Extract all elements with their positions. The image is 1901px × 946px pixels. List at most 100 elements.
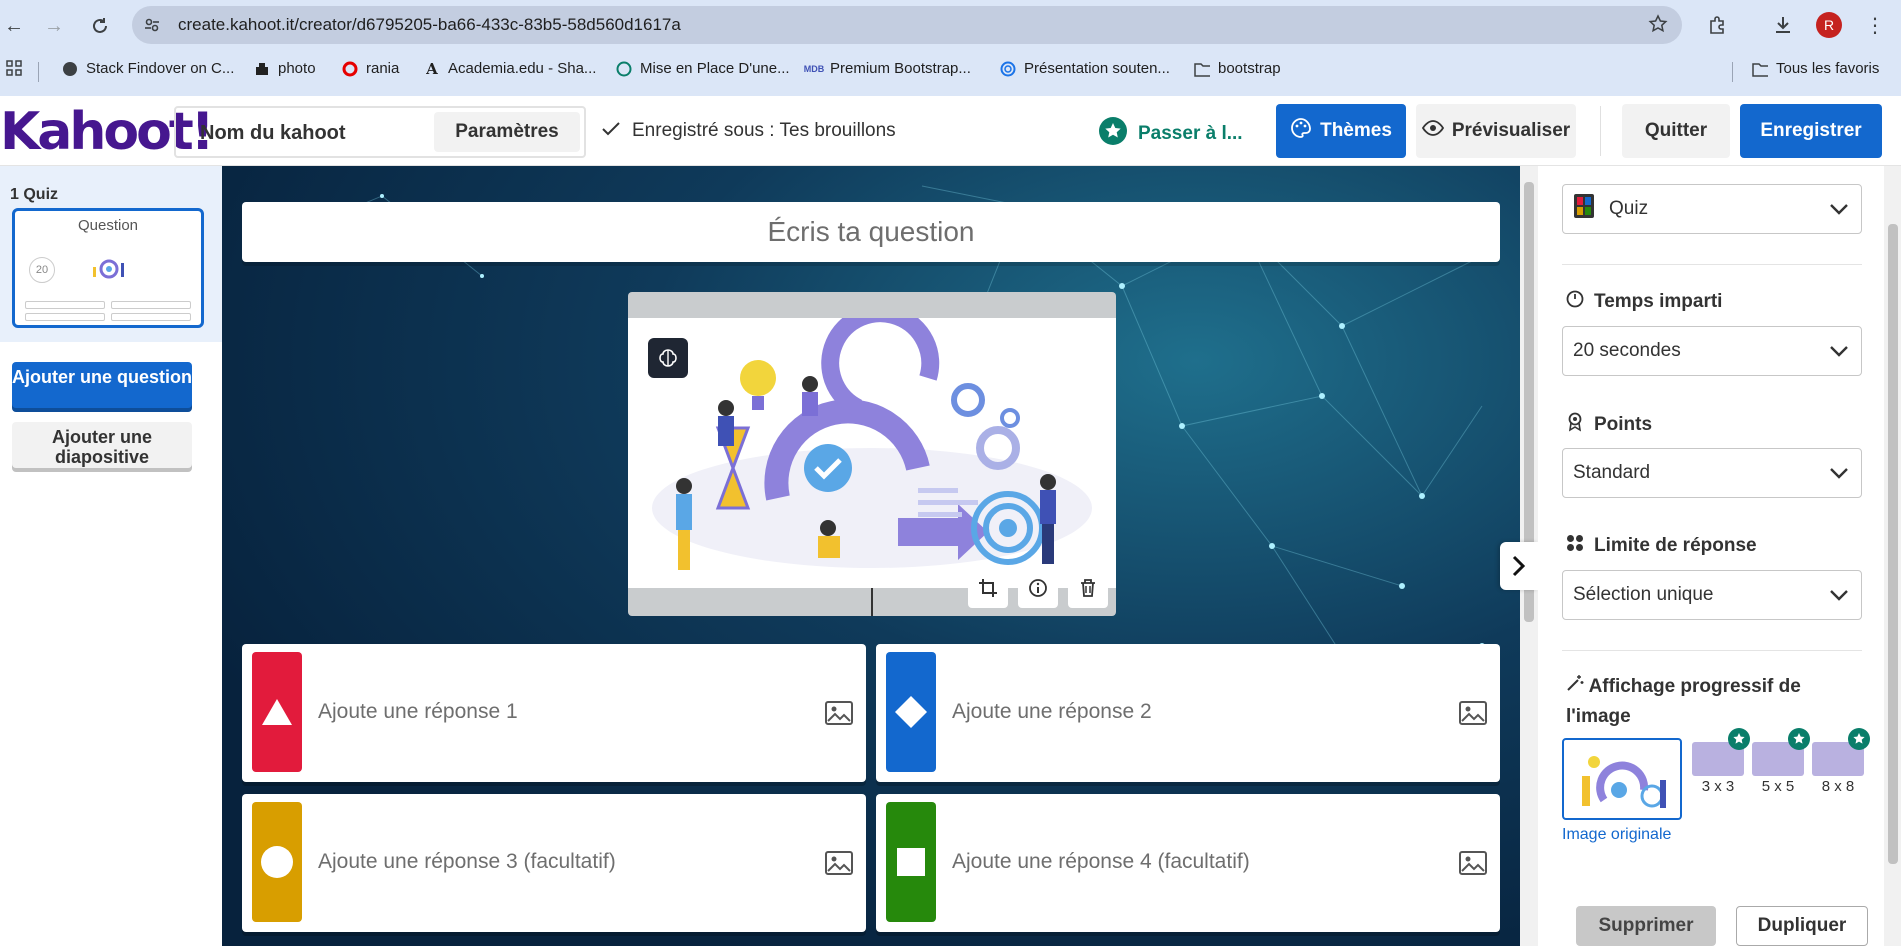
image-icon[interactable]	[824, 699, 854, 727]
reveal-original-thumbnail	[1582, 756, 1666, 808]
upgrade-link[interactable]: Passer à l...	[1098, 116, 1243, 152]
premium-star-icon	[1728, 728, 1750, 750]
answer-2-color	[886, 652, 936, 772]
thumb-answer	[25, 301, 105, 309]
answer-limit-title: Limite de réponse	[1566, 534, 1757, 558]
chevron-down-icon	[1829, 342, 1849, 364]
trash-icon[interactable]	[1068, 568, 1108, 608]
time-limit-title: Temps imparti	[1566, 290, 1722, 314]
premium-star-icon	[1788, 728, 1810, 750]
bookmark-separator	[1732, 62, 1733, 82]
presentation-icon	[1000, 61, 1016, 77]
browser-chrome: ← → create.kahoot.it/creator/d6795205-ba…	[0, 0, 1901, 96]
answer-1-placeholder[interactable]: Ajoute une réponse 1	[318, 700, 518, 724]
info-icon[interactable]	[1018, 568, 1058, 608]
star-badge-icon	[1098, 116, 1128, 152]
question-type-select[interactable]: Quiz	[1562, 184, 1862, 234]
delete-button[interactable]: Supprimer	[1576, 906, 1716, 946]
clock-icon	[1566, 290, 1584, 314]
crop-icon[interactable]	[968, 568, 1008, 608]
duplicate-button[interactable]: Dupliquer	[1736, 906, 1868, 946]
thumb-answer	[111, 301, 191, 309]
back-icon[interactable]: ←	[0, 12, 28, 40]
image-icon[interactable]	[1458, 849, 1488, 877]
reveal-original-option[interactable]	[1562, 738, 1682, 820]
answer-4-field[interactable]: Ajoute une réponse 4 (facultatif)	[876, 794, 1500, 932]
save-button[interactable]: Enregistrer	[1740, 104, 1882, 158]
vodafone-icon	[342, 61, 358, 77]
answer-limit-select[interactable]: Sélection unique	[1562, 570, 1862, 620]
triangle-icon	[262, 699, 292, 725]
slides-sidebar: 1 Quiz Question 20 Ajouter une question …	[0, 166, 222, 946]
section-divider	[1562, 264, 1862, 265]
site-info-icon[interactable]	[142, 15, 162, 35]
eye-icon	[1421, 120, 1444, 142]
settings-button[interactable]: Paramètres	[434, 112, 580, 152]
url-text[interactable]: create.kahoot.it/creator/d6795205-ba66-4…	[178, 15, 681, 35]
quit-button[interactable]: Quitter	[1622, 104, 1730, 158]
productivity-illustration	[652, 304, 1092, 570]
extensions-icon[interactable]	[1702, 10, 1732, 40]
add-question-button[interactable]: Ajouter une question	[12, 362, 192, 412]
academia-icon: A	[426, 59, 438, 78]
forward-icon[interactable]: →	[40, 12, 68, 40]
answer-2-field[interactable]: Ajoute une réponse 2	[876, 644, 1500, 782]
bookmark-item[interactable]: photo	[254, 60, 316, 77]
preview-button[interactable]: Prévisualiser	[1416, 104, 1576, 158]
square-icon	[897, 848, 925, 876]
answer-3-color	[252, 802, 302, 922]
mdb-icon: MDB	[803, 63, 825, 74]
add-slide-button[interactable]: Ajouter une diapositive	[12, 422, 192, 472]
bookmark-item[interactable]: A Academia.edu - Sha...	[424, 59, 596, 78]
all-bookmarks-folder[interactable]: Tous les favoris	[1752, 60, 1879, 77]
points-select[interactable]: Standard	[1562, 448, 1862, 498]
globe-icon	[62, 61, 78, 77]
chevron-down-icon	[1829, 586, 1849, 608]
question-canvas: Écris ta question Ajoute une réponse 1 A…	[222, 166, 1520, 946]
address-bar[interactable]: create.kahoot.it/creator/d6795205-ba66-4…	[132, 6, 1682, 44]
image-icon[interactable]	[824, 849, 854, 877]
premium-star-icon	[1848, 728, 1870, 750]
kahoot-title-placeholder[interactable]: Nom du kahoot	[200, 122, 346, 145]
question-input[interactable]: Écris ta question	[242, 202, 1500, 262]
ai-brain-icon[interactable]	[648, 338, 688, 378]
bookmark-item[interactable]: Mise en Place D'une...	[616, 60, 790, 77]
settings-scrollbar-thumb[interactable]	[1888, 224, 1898, 864]
download-icon[interactable]	[1768, 10, 1798, 40]
answer-options-icon	[1566, 534, 1584, 558]
original-image-link[interactable]: Image originale	[1562, 826, 1671, 844]
answer-4-color	[886, 802, 936, 922]
bookmark-item[interactable]: rania	[342, 60, 399, 77]
bookmark-item[interactable]: MDB Premium Bootstrap...	[803, 60, 971, 77]
image-icon[interactable]	[1458, 699, 1488, 727]
header-divider	[1600, 106, 1601, 156]
circle-icon	[261, 846, 293, 878]
folder-icon	[1194, 61, 1210, 77]
themes-button[interactable]: Thèmes	[1276, 104, 1406, 158]
check-icon	[602, 120, 620, 142]
bookmark-item[interactable]: Stack Findover on C...	[62, 60, 234, 77]
time-limit-select[interactable]: 20 secondes	[1562, 326, 1862, 376]
answer-3-field[interactable]: Ajoute une réponse 3 (facultatif)	[242, 794, 866, 932]
answer-1-field[interactable]: Ajoute une réponse 1	[242, 644, 866, 782]
kahoot-title-field[interactable]: Nom du kahoot Paramètres	[174, 106, 586, 158]
bookmark-star-icon[interactable]	[1648, 14, 1668, 39]
answer-3-placeholder[interactable]: Ajoute une réponse 3 (facultatif)	[318, 850, 616, 874]
editor-header: Kahoot! Nom du kahoot Paramètres Enregis…	[0, 96, 1901, 166]
slide-thumbnail[interactable]: Question 20	[12, 208, 204, 328]
points-title: Points	[1566, 412, 1652, 438]
answer-2-placeholder[interactable]: Ajoute une réponse 2	[952, 700, 1152, 724]
chevron-down-icon	[1829, 464, 1849, 486]
reload-icon[interactable]	[86, 12, 114, 40]
profile-avatar[interactable]: R	[1816, 12, 1842, 38]
bookmark-item[interactable]: Présentation souten...	[1000, 60, 1170, 77]
collapse-panel-button[interactable]	[1500, 542, 1538, 590]
bookmarks-bar: Stack Findover on C... photo rania A Acad…	[0, 56, 1901, 88]
answer-4-placeholder[interactable]: Ajoute une réponse 4 (facultatif)	[952, 850, 1250, 874]
text-caret	[871, 588, 873, 616]
bookmark-folder[interactable]: bootstrap	[1194, 60, 1281, 77]
apps-grid-icon[interactable]	[6, 60, 22, 76]
globe-icon	[616, 61, 632, 77]
menu-kebab-icon[interactable]: ⋮	[1860, 10, 1890, 40]
reveal-3x3-label: 3 x 3	[1701, 778, 1735, 795]
